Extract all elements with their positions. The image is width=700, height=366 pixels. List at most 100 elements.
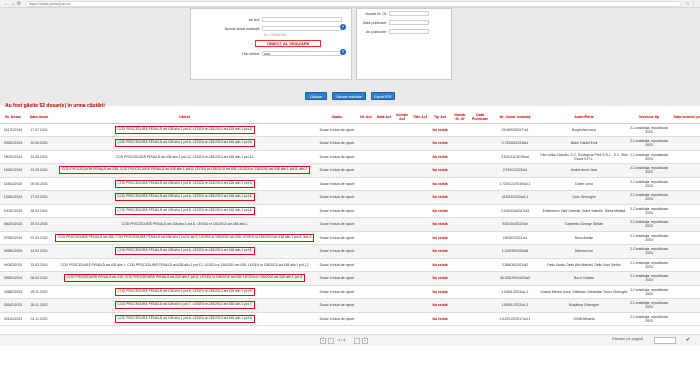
browser-menu-icons[interactable]: ☆ ⋮ <box>685 1 696 7</box>
table-row[interactable]: 0409D/2024 13.02.2024 COD PROCEDURĂ PENALĂ… <box>0 258 700 272</box>
an-act-input[interactable] <box>262 17 342 22</box>
table-row[interactable]: 2417D/2024 17.07.2024 COD PROCEDURĂ PENALĂ… <box>0 123 700 137</box>
object-text: COD PROCEDURĂ PENALĂ art.438 alin.1 pct.… <box>121 222 248 227</box>
case-date-cell: 20.06.2024 <box>26 136 52 151</box>
data-publicare-label: Dată publicare: <box>362 20 387 25</box>
table-row[interactable]: 3011D/2023 01.11.2023 COD PROCEDURĂ PENALĂ… <box>0 312 700 326</box>
table-row[interactable]: 1001D/2024 28.03.2024 COD PROCEDURĂ PENALĂ… <box>0 204 700 218</box>
stage-cell: Dosar în faza de raport <box>317 150 357 164</box>
data-publicare-field: Dată publicare: <box>361 20 429 25</box>
table-row[interactable]: 0390D/2024 06.02.2024 COD PROCEDURĂ PENALĂ… <box>0 271 700 286</box>
act-type-cell: Nu există <box>429 285 451 299</box>
act-type-cell: Nu există <box>429 244 451 259</box>
version-cell: 2-Constituţia, republicata 2003 <box>629 123 669 137</box>
search-button[interactable]: Căutare <box>305 92 327 100</box>
act-solution-cell <box>393 298 411 313</box>
act-solution-cell <box>393 217 411 232</box>
obiect-sesizare-title: OBIECT AL SESIZĂRII <box>255 40 321 47</box>
act-title-cell <box>411 217 429 232</box>
publication-date-cell <box>469 123 491 137</box>
author-cell: Buzu Cristian <box>539 271 629 286</box>
case-number-cell: 3268D/2023 <box>0 285 26 299</box>
table-row[interactable]: 0795D/2024 07.03.2024 COD PROCEDURĂ PENALĂ… <box>0 231 700 245</box>
stage-cell: Dosar în faza de raport <box>317 204 357 218</box>
data-publicare-input[interactable] <box>389 20 429 25</box>
confirm-icon[interactable]: ✔ <box>684 337 692 344</box>
act-number-cell <box>357 150 375 164</box>
act-date-cell <box>375 312 393 326</box>
court-case-cell: 23.669/3/2017*a2 <box>491 123 539 137</box>
save-results-button[interactable]: Salvare rezultate <box>332 92 366 100</box>
table-row[interactable]: 2050D/2024 20.06.2024 COD PROCEDURĂ PENALĂ… <box>0 136 700 151</box>
column-header: Data termen/ pronunţare <box>669 111 700 124</box>
dosar-instanta-input[interactable] <box>262 26 342 31</box>
table-row[interactable]: 1445D/2024 09.05.2024 COD PROCEDURĂ PENALĂ… <box>0 177 700 191</box>
publication-date-cell <box>469 177 491 191</box>
table-row[interactable]: 3268D/2023 29.11.2023 COD PROCEDURĂ PENALĂ… <box>0 285 700 299</box>
prev-page-button[interactable]: ‹ <box>328 338 334 344</box>
last-page-button[interactable]: » <box>362 338 368 344</box>
stage-cell: Dosar în faza de raport <box>317 271 357 286</box>
table-row[interactable]: 1654D/2024 22.05.2024 COD PROCEDURĂ PENALĂ… <box>0 163 700 178</box>
column-header: Dată Publicare <box>469 111 491 124</box>
act-date-cell <box>375 244 393 259</box>
term-date-cell <box>669 190 700 205</box>
publication-date-cell <box>469 217 491 232</box>
first-page-button[interactable]: « <box>320 338 326 344</box>
term-date-cell <box>669 217 700 232</box>
court-case-cell: 934/116/2022/a5 <box>491 217 539 232</box>
titlu-obiect-input[interactable]: cod <box>262 51 342 56</box>
publication-date-cell <box>469 271 491 286</box>
author-cell: Costea Mircea Ionuț, Vlădescu Sebastian … <box>539 285 629 299</box>
act-title-cell <box>411 298 429 313</box>
table-row[interactable]: 0862D/2024 19.03.2024 COD PROCEDURĂ PENALĂ… <box>0 217 700 232</box>
term-date-cell <box>669 312 700 326</box>
act-type-cell: Nu există <box>429 271 451 286</box>
next-page-button[interactable]: › <box>354 338 360 344</box>
act-solution-cell <box>393 271 411 286</box>
case-number-cell: 1296D/2024 <box>0 190 26 205</box>
court-case-cell: 2.000/116/2017/a3 <box>491 204 539 218</box>
act-number-cell <box>357 163 375 178</box>
act-title-cell <box>411 177 429 191</box>
act-solution-cell <box>393 244 411 259</box>
act-solution-cell <box>393 231 411 245</box>
act-type-cell: Nu există <box>429 312 451 326</box>
object-text: COD PROCEDURĂ PENALĂ art.435, COD PROCED… <box>63 274 306 283</box>
address-bar[interactable]: https://dosar.portal.just.ro/... <box>24 0 682 7</box>
act-date-cell <box>375 298 393 313</box>
help-icon[interactable]: ? <box>340 49 346 55</box>
case-date-cell: 01.11.2023 <box>26 312 52 326</box>
act-title-cell <box>411 231 429 245</box>
act-title-cell <box>411 271 429 286</box>
act-number-cell <box>357 244 375 259</box>
act-type-cell: Nu există <box>429 136 451 151</box>
help-icon[interactable]: ? <box>340 24 346 30</box>
table-row[interactable]: 0498D/2024 14.02.2024 COD PROCEDURĂ PENALĂ… <box>0 244 700 259</box>
table-row[interactable]: 1801D/2024 31.05.2024 COD PROCEDURĂ PENALĂ… <box>0 150 700 164</box>
dosar-instanta-field: Număr dosar instanță: <box>196 26 342 31</box>
stage-cell: Dosar în faza de raport <box>317 231 357 245</box>
act-type-cell: Nu există <box>429 217 451 232</box>
browser-nav-icons[interactable]: ← → ⟳ <box>4 1 21 7</box>
act-number-cell <box>357 123 375 137</box>
table-row[interactable]: 3264D/2023 28.11.2023 COD PROCEDURĂ PENALĂ… <box>0 298 700 313</box>
page-size-select[interactable] <box>654 337 676 344</box>
export-pdf-button[interactable]: Export PDF <box>371 92 395 100</box>
publication-date-cell <box>469 150 491 164</box>
case-number-cell: 3011D/2023 <box>0 312 26 326</box>
mof-number-cell <box>451 150 469 164</box>
mof-input[interactable] <box>389 11 429 16</box>
column-header: Nr. Dosar <box>0 111 26 124</box>
object-cell: COD PROCEDURĂ PENALĂ art.438 alin.1 pct.… <box>52 298 317 313</box>
column-header: Soluţie Act <box>393 111 411 124</box>
an-publicare-input[interactable] <box>389 29 429 34</box>
act-title-cell <box>411 204 429 218</box>
act-solution-cell <box>393 190 411 205</box>
publication-date-cell <box>469 312 491 326</box>
act-number-cell <box>357 271 375 286</box>
table-row[interactable]: 1296D/2024 17.04.2024 COD PROCEDURĂ PENALĂ… <box>0 190 700 205</box>
court-case-cell: 1.720/122/2019/a3.1 <box>491 177 539 191</box>
mof-number-cell <box>451 163 469 178</box>
case-date-cell: 13.02.2024 <box>26 258 52 272</box>
